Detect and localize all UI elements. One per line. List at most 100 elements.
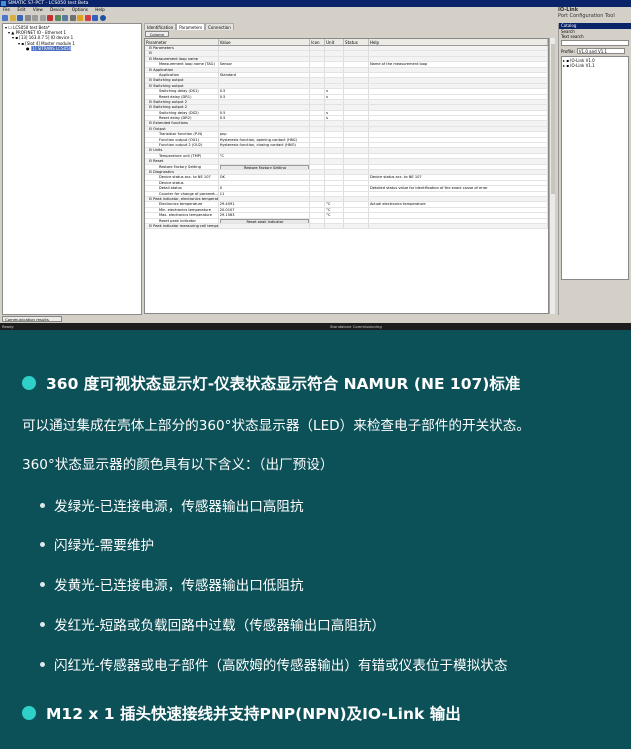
table-cell bbox=[369, 207, 548, 213]
download-icon[interactable] bbox=[54, 14, 61, 21]
tree-node-selected[interactable]: ● [1] SITRANS LCS050 bbox=[4, 45, 140, 52]
table-cell[interactable] bbox=[219, 121, 311, 126]
table-cell bbox=[310, 56, 326, 62]
table-cell bbox=[310, 223, 326, 229]
profile-label: Profile: bbox=[561, 48, 575, 54]
tool-icon[interactable] bbox=[77, 14, 83, 21]
table-cell bbox=[344, 148, 369, 153]
menu-help[interactable]: Help bbox=[95, 7, 105, 12]
table-cell[interactable]: Reset peak indicator bbox=[219, 218, 311, 223]
table-cell[interactable]: °C bbox=[219, 153, 311, 159]
table-cell[interactable] bbox=[219, 51, 311, 56]
tab-connection[interactable]: Connection bbox=[205, 23, 234, 30]
stop-icon[interactable] bbox=[84, 14, 91, 21]
column-filter-button[interactable]: Column filter bbox=[145, 31, 169, 42]
table-cell: Detail status bbox=[145, 186, 219, 191]
compare-icon[interactable] bbox=[69, 14, 76, 21]
paragraph-colors: 360°状态显示器的颜色具有以下含义：（出厂预设） bbox=[22, 457, 334, 473]
table-cell[interactable]: pnp bbox=[219, 132, 311, 137]
paste-icon[interactable] bbox=[39, 14, 46, 21]
table-cell: °C bbox=[325, 213, 345, 218]
tab-identification[interactable]: Identification bbox=[144, 23, 177, 30]
table-cell bbox=[344, 72, 369, 78]
table-cell[interactable] bbox=[219, 83, 311, 89]
menu-options[interactable]: Options bbox=[72, 7, 88, 12]
cell-button[interactable]: Reset peak indicator bbox=[219, 218, 310, 223]
bullet-dot-icon bbox=[22, 376, 36, 390]
table-cell[interactable]: 29.4091 bbox=[219, 202, 311, 207]
table-cell bbox=[310, 137, 326, 142]
table-cell[interactable] bbox=[219, 56, 311, 62]
copy-icon[interactable] bbox=[32, 14, 38, 21]
table-cell[interactable] bbox=[219, 126, 311, 132]
table-cell[interactable] bbox=[219, 159, 311, 164]
table-cell[interactable]: Standard bbox=[219, 72, 311, 78]
col-help[interactable]: Help bbox=[369, 39, 548, 45]
table-cell bbox=[310, 196, 326, 202]
table-cell[interactable]: Sensor bbox=[219, 62, 311, 67]
delete-icon[interactable] bbox=[47, 14, 53, 21]
table-cell[interactable]: Hysteresis function, closing contact (HN… bbox=[219, 143, 311, 148]
table-cell[interactable] bbox=[219, 105, 311, 110]
cell-button[interactable]: Restore Factory Setting bbox=[219, 164, 310, 169]
table-cell[interactable]: 11 bbox=[219, 191, 311, 196]
table-cell bbox=[344, 143, 369, 148]
col-status[interactable]: Status bbox=[344, 39, 369, 45]
table-cell bbox=[310, 51, 326, 56]
results-tab[interactable]: Communication results bbox=[2, 316, 62, 322]
grid-scrollbar[interactable] bbox=[549, 38, 555, 314]
table-cell[interactable] bbox=[219, 67, 311, 72]
table-cell[interactable] bbox=[219, 169, 311, 175]
table-cell[interactable]: Restore Factory Setting bbox=[219, 164, 311, 169]
table-cell bbox=[325, 153, 345, 159]
open-icon[interactable] bbox=[9, 14, 16, 21]
table-cell[interactable]: 0.5 bbox=[219, 116, 311, 121]
table-cell bbox=[369, 218, 548, 223]
scroll-thumb[interactable] bbox=[551, 44, 555, 194]
table-cell bbox=[344, 202, 369, 207]
table-cell[interactable] bbox=[219, 196, 311, 202]
profile-select[interactable]: V1.0 and V1.1 bbox=[576, 48, 625, 54]
table-cell bbox=[310, 67, 326, 72]
table-cell[interactable]: 0.5 bbox=[219, 89, 311, 94]
table-cell: ⊟ Parameters bbox=[145, 46, 219, 51]
save-icon[interactable] bbox=[17, 14, 23, 21]
col-icon[interactable]: Icon bbox=[310, 39, 326, 45]
col-unit[interactable]: Unit bbox=[325, 39, 345, 45]
col-value[interactable]: Value bbox=[219, 39, 311, 45]
help-icon[interactable] bbox=[99, 14, 106, 21]
cut-icon[interactable] bbox=[24, 14, 31, 21]
col-parameter[interactable]: Parameter bbox=[145, 39, 219, 45]
table-cell[interactable] bbox=[219, 180, 311, 186]
table-cell[interactable]: 0.5 bbox=[219, 94, 311, 99]
search-input[interactable] bbox=[561, 40, 629, 46]
table-cell[interactable]: 0 bbox=[219, 186, 311, 191]
table-cell bbox=[310, 186, 326, 191]
catalog-item[interactable]: ▸ ▪ IO-Link V1.1 bbox=[563, 63, 627, 68]
table-cell[interactable]: OK bbox=[219, 175, 311, 180]
table-row[interactable]: ⊟ Peak indicator measuring cell temperat… bbox=[145, 223, 548, 230]
table-cell[interactable] bbox=[219, 78, 311, 83]
menu-edit[interactable]: Edit bbox=[17, 7, 25, 12]
table-cell[interactable]: Hysteresis function, opening contact (HN… bbox=[219, 137, 311, 142]
network-icon[interactable] bbox=[92, 14, 98, 21]
description-section: 360 度可视状态显示灯-仪表状态显示符合 NAMUR (NE 107)标准 可… bbox=[0, 330, 631, 749]
table-cell[interactable] bbox=[219, 223, 311, 229]
table-cell bbox=[325, 83, 345, 89]
new-icon[interactable] bbox=[2, 14, 8, 21]
table-cell bbox=[344, 110, 369, 115]
table-cell bbox=[325, 72, 345, 78]
table-cell[interactable]: 29.1563 bbox=[219, 213, 311, 218]
menu-file[interactable]: File bbox=[3, 7, 10, 12]
table-cell bbox=[325, 99, 345, 105]
menu-view[interactable]: View bbox=[33, 7, 43, 12]
table-cell[interactable]: 20.0107 bbox=[219, 207, 311, 213]
table-cell[interactable] bbox=[219, 99, 311, 105]
upload-icon[interactable] bbox=[62, 14, 68, 21]
table-cell[interactable]: 0.5 bbox=[219, 110, 311, 115]
table-cell[interactable] bbox=[219, 148, 311, 153]
table-cell[interactable] bbox=[219, 46, 311, 51]
tab-parameters[interactable]: Parameters bbox=[176, 23, 206, 30]
menu-device[interactable]: Device bbox=[50, 7, 64, 12]
brand-block: IO-Link Port Configuration Tool bbox=[556, 7, 631, 23]
